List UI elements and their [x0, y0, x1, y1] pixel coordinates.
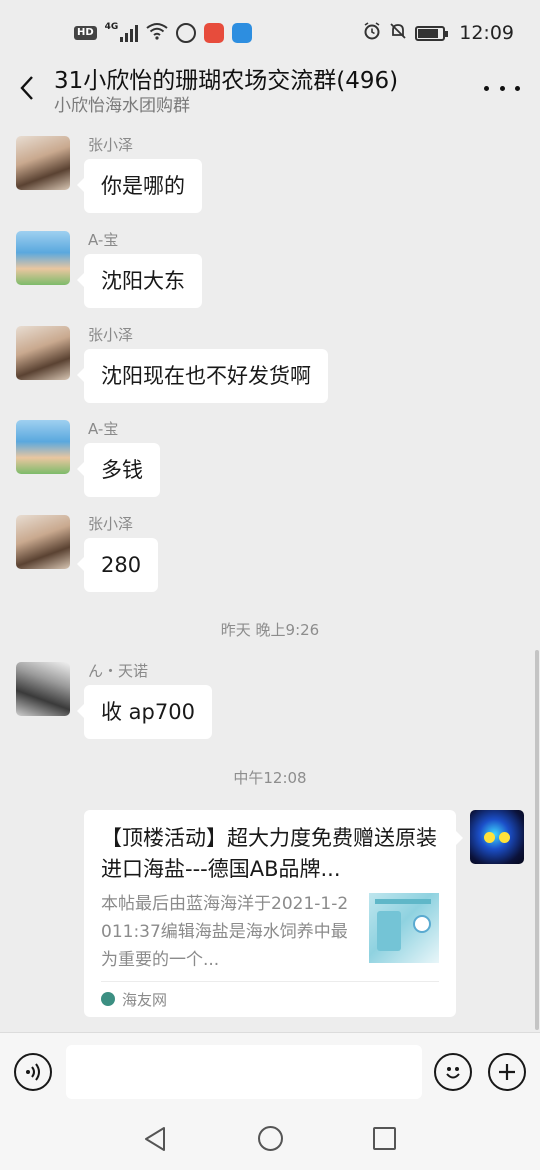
chat-subtitle: 小欣怡海水团购群: [54, 96, 190, 116]
chat-title: 31小欣怡的珊瑚农场交流群(496): [54, 68, 399, 94]
link-card-description: 本帖最后由蓝海海洋于2021-1-2011:37编辑海盐是海水饲养中最为重要的一…: [101, 894, 349, 970]
avatar[interactable]: [16, 136, 70, 190]
blue-app-icon: [232, 23, 253, 43]
message-bubble[interactable]: 沈阳现在也不好发货啊: [77, 349, 328, 403]
emoji-button[interactable]: [434, 1053, 472, 1091]
link-card[interactable]: 【顶楼活动】超大力度免费赠送原装进口海盐---德国AB品牌... 本帖最后由蓝海…: [84, 810, 463, 1017]
link-card-source: 海友网: [122, 991, 168, 1009]
back-button[interactable]: [10, 66, 44, 110]
signal-icon: [120, 24, 139, 42]
avatar[interactable]: [16, 326, 70, 380]
avatar[interactable]: [16, 662, 70, 716]
avatar[interactable]: [16, 515, 70, 569]
voice-button[interactable]: [14, 1053, 52, 1091]
sender-name: 张小泽: [88, 515, 134, 533]
my-avatar[interactable]: [470, 810, 524, 864]
status-icons-right: 12:09: [363, 21, 514, 45]
input-bar: [0, 1032, 540, 1110]
clock-time: 12:09: [459, 22, 514, 44]
more-dots-icon: [484, 85, 489, 91]
time-stamp: 昨天 晚上9:26: [220, 621, 320, 639]
plus-icon: [499, 1064, 515, 1080]
emoji-icon: [446, 1067, 460, 1079]
message-bubble[interactable]: 收 ap700: [77, 685, 212, 739]
sender-name: ん・天诺: [88, 662, 149, 680]
sender-name: A-宝: [88, 420, 119, 438]
message-bubble[interactable]: 多钱: [77, 443, 160, 497]
mute-bell-icon: [389, 22, 407, 45]
nav-recents-icon[interactable]: [373, 1127, 396, 1150]
chevron-left-icon: [20, 76, 33, 100]
sender-name: 张小泽: [88, 326, 134, 344]
message-bubble[interactable]: 280: [76, 538, 159, 592]
alarm-icon: [363, 21, 381, 45]
sender-name: 张小泽: [88, 136, 134, 154]
chat-header: 31小欣怡的珊瑚农场交流群(496) 小欣怡海水团购群: [0, 56, 540, 118]
link-card-thumbnail: [369, 893, 439, 963]
nav-back-icon[interactable]: [142, 1125, 168, 1153]
divider: [101, 981, 439, 982]
avatar[interactable]: [16, 420, 70, 474]
system-nav-bar: [0, 1110, 540, 1170]
network-label: 4G: [104, 21, 119, 32]
avatar[interactable]: [16, 231, 70, 285]
wifi-icon: [146, 22, 168, 45]
more-options-button[interactable]: [484, 74, 520, 102]
status-icons-left: HD 4G: [74, 21, 253, 45]
voice-icon: [26, 1063, 40, 1081]
nav-home-icon[interactable]: [258, 1126, 283, 1151]
hand-app-icon: [176, 23, 197, 43]
message-bubble[interactable]: 你是哪的: [77, 159, 202, 213]
message-input[interactable]: [66, 1045, 422, 1099]
sender-name: A-宝: [88, 231, 119, 249]
scrollbar[interactable]: [535, 650, 539, 1030]
link-card-title: 【顶楼活动】超大力度免费赠送原装进口海盐---德国AB品牌...: [101, 826, 437, 881]
time-stamp: 中午12:08: [233, 769, 307, 787]
battery-icon: [415, 25, 449, 41]
source-logo-icon: [101, 992, 115, 1006]
hd-badge: HD: [74, 26, 97, 40]
more-functions-button[interactable]: [488, 1053, 526, 1091]
red-app-icon: [204, 23, 225, 43]
message-bubble[interactable]: 沈阳大东: [77, 254, 202, 308]
